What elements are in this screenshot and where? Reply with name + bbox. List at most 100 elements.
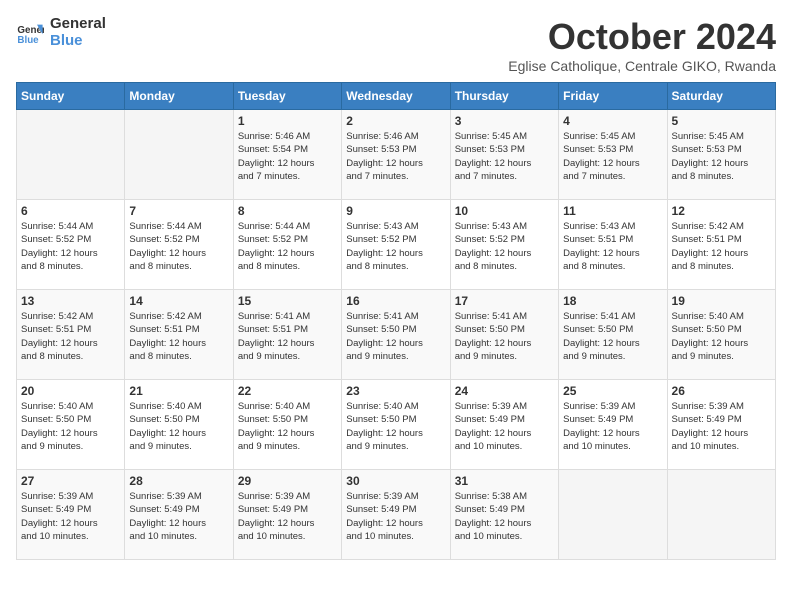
day-number: 15 (238, 294, 337, 308)
cell-info: Sunrise: 5:39 AM Sunset: 5:49 PM Dayligh… (455, 400, 554, 453)
calendar-cell: 21 Sunrise: 5:40 AM Sunset: 5:50 PM Dayli… (125, 380, 233, 470)
calendar-cell: 26 Sunrise: 5:39 AM Sunset: 5:49 PM Dayli… (667, 380, 775, 470)
day-number: 9 (346, 204, 445, 218)
cell-info: Sunrise: 5:40 AM Sunset: 5:50 PM Dayligh… (238, 400, 337, 453)
calendar-cell: 27 Sunrise: 5:39 AM Sunset: 5:49 PM Dayli… (17, 470, 125, 560)
cell-info: Sunrise: 5:39 AM Sunset: 5:49 PM Dayligh… (346, 490, 445, 543)
calendar-cell: 12 Sunrise: 5:42 AM Sunset: 5:51 PM Dayli… (667, 200, 775, 290)
calendar-cell: 28 Sunrise: 5:39 AM Sunset: 5:49 PM Dayli… (125, 470, 233, 560)
cell-info: Sunrise: 5:41 AM Sunset: 5:51 PM Dayligh… (238, 310, 337, 363)
day-number: 25 (563, 384, 662, 398)
day-number: 12 (672, 204, 771, 218)
cell-info: Sunrise: 5:44 AM Sunset: 5:52 PM Dayligh… (238, 220, 337, 273)
day-number: 31 (455, 474, 554, 488)
day-number: 21 (129, 384, 228, 398)
cell-info: Sunrise: 5:42 AM Sunset: 5:51 PM Dayligh… (21, 310, 120, 363)
cell-info: Sunrise: 5:40 AM Sunset: 5:50 PM Dayligh… (346, 400, 445, 453)
day-number: 13 (21, 294, 120, 308)
calendar-cell: 2 Sunrise: 5:46 AM Sunset: 5:53 PM Daylig… (342, 110, 450, 200)
calendar-cell: 20Sunrise: 5:40 AM Sunset: 5:50 PM Dayli… (17, 380, 125, 470)
calendar-cell: 4 Sunrise: 5:45 AM Sunset: 5:53 PM Daylig… (559, 110, 667, 200)
day-number: 28 (129, 474, 228, 488)
day-header-tuesday: Tuesday (233, 83, 341, 110)
cell-info: Sunrise: 5:45 AM Sunset: 5:53 PM Dayligh… (563, 130, 662, 183)
cell-info: Sunrise: 5:42 AM Sunset: 5:51 PM Dayligh… (129, 310, 228, 363)
svg-text:Blue: Blue (17, 34, 39, 45)
cell-info: Sunrise: 5:43 AM Sunset: 5:52 PM Dayligh… (455, 220, 554, 273)
day-number: 29 (238, 474, 337, 488)
title-block: October 2024 Eglise Catholique, Centrale… (508, 16, 776, 74)
day-number: 19 (672, 294, 771, 308)
day-number: 22 (238, 384, 337, 398)
cell-info: Sunrise: 5:45 AM Sunset: 5:53 PM Dayligh… (672, 130, 771, 183)
calendar-cell: 19 Sunrise: 5:40 AM Sunset: 5:50 PM Dayli… (667, 290, 775, 380)
calendar-cell: 25 Sunrise: 5:39 AM Sunset: 5:49 PM Dayli… (559, 380, 667, 470)
calendar-cell: 5 Sunrise: 5:45 AM Sunset: 5:53 PM Daylig… (667, 110, 775, 200)
calendar-cell: 8 Sunrise: 5:44 AM Sunset: 5:52 PM Daylig… (233, 200, 341, 290)
day-number: 30 (346, 474, 445, 488)
page-header: General Blue General Blue October 2024 E… (16, 16, 776, 74)
calendar-cell (17, 110, 125, 200)
day-number: 4 (563, 114, 662, 128)
day-number: 3 (455, 114, 554, 128)
cell-info: Sunrise: 5:40 AM Sunset: 5:50 PM Dayligh… (672, 310, 771, 363)
cell-info: Sunrise: 5:40 AM Sunset: 5:50 PM Dayligh… (129, 400, 228, 453)
calendar-cell: 11 Sunrise: 5:43 AM Sunset: 5:51 PM Dayli… (559, 200, 667, 290)
cell-info: Sunrise: 5:45 AM Sunset: 5:53 PM Dayligh… (455, 130, 554, 183)
day-header-saturday: Saturday (667, 83, 775, 110)
calendar-cell: 23Sunrise: 5:40 AM Sunset: 5:50 PM Dayli… (342, 380, 450, 470)
calendar-cell: 7Sunrise: 5:44 AM Sunset: 5:52 PM Daylig… (125, 200, 233, 290)
calendar-cell: 30 Sunrise: 5:39 AM Sunset: 5:49 PM Dayli… (342, 470, 450, 560)
day-number: 7 (129, 204, 228, 218)
cell-info: Sunrise: 5:46 AM Sunset: 5:53 PM Dayligh… (346, 130, 445, 183)
calendar-cell: 16Sunrise: 5:41 AM Sunset: 5:50 PM Dayli… (342, 290, 450, 380)
cell-info: Sunrise: 5:41 AM Sunset: 5:50 PM Dayligh… (455, 310, 554, 363)
calendar-cell: 3 Sunrise: 5:45 AM Sunset: 5:53 PM Daylig… (450, 110, 558, 200)
day-number: 26 (672, 384, 771, 398)
day-number: 11 (563, 204, 662, 218)
calendar-cell: 13 Sunrise: 5:42 AM Sunset: 5:51 PM Dayli… (17, 290, 125, 380)
subtitle: Eglise Catholique, Centrale GIKO, Rwanda (508, 58, 776, 74)
calendar-cell (559, 470, 667, 560)
calendar-cell: 9 Sunrise: 5:43 AM Sunset: 5:52 PM Daylig… (342, 200, 450, 290)
cell-info: Sunrise: 5:41 AM Sunset: 5:50 PM Dayligh… (563, 310, 662, 363)
calendar-cell: 29 Sunrise: 5:39 AM Sunset: 5:49 PM Dayli… (233, 470, 341, 560)
day-number: 8 (238, 204, 337, 218)
cell-info: Sunrise: 5:39 AM Sunset: 5:49 PM Dayligh… (238, 490, 337, 543)
calendar-cell (667, 470, 775, 560)
calendar-cell: 15 Sunrise: 5:41 AM Sunset: 5:51 PM Dayli… (233, 290, 341, 380)
day-header-friday: Friday (559, 83, 667, 110)
cell-info: Sunrise: 5:43 AM Sunset: 5:52 PM Dayligh… (346, 220, 445, 273)
calendar-cell: 31 Sunrise: 5:38 AM Sunset: 5:49 PM Dayli… (450, 470, 558, 560)
day-number: 5 (672, 114, 771, 128)
calendar-cell: 1 Sunrise: 5:46 AM Sunset: 5:54 PM Daylig… (233, 110, 341, 200)
calendar-cell: 17Sunrise: 5:41 AM Sunset: 5:50 PM Dayli… (450, 290, 558, 380)
calendar-cell: 10 Sunrise: 5:43 AM Sunset: 5:52 PM Dayli… (450, 200, 558, 290)
cell-info: Sunrise: 5:39 AM Sunset: 5:49 PM Dayligh… (563, 400, 662, 453)
day-number: 27 (21, 474, 120, 488)
calendar-cell: 24Sunrise: 5:39 AM Sunset: 5:49 PM Dayli… (450, 380, 558, 470)
cell-info: Sunrise: 5:39 AM Sunset: 5:49 PM Dayligh… (672, 400, 771, 453)
calendar-cell: 18 Sunrise: 5:41 AM Sunset: 5:50 PM Dayli… (559, 290, 667, 380)
day-number: 18 (563, 294, 662, 308)
cell-info: Sunrise: 5:43 AM Sunset: 5:51 PM Dayligh… (563, 220, 662, 273)
day-header-monday: Monday (125, 83, 233, 110)
calendar-cell: 22 Sunrise: 5:40 AM Sunset: 5:50 PM Dayli… (233, 380, 341, 470)
logo-icon: General Blue (16, 19, 44, 47)
cell-info: Sunrise: 5:46 AM Sunset: 5:54 PM Dayligh… (238, 130, 337, 183)
logo-line1: General (50, 16, 106, 33)
day-header-thursday: Thursday (450, 83, 558, 110)
cell-info: Sunrise: 5:39 AM Sunset: 5:49 PM Dayligh… (21, 490, 120, 543)
logo-line2: Blue (50, 33, 106, 50)
day-number: 10 (455, 204, 554, 218)
day-number: 14 (129, 294, 228, 308)
calendar-table: SundayMondayTuesdayWednesdayThursdayFrid… (16, 82, 776, 560)
cell-info: Sunrise: 5:38 AM Sunset: 5:49 PM Dayligh… (455, 490, 554, 543)
cell-info: Sunrise: 5:39 AM Sunset: 5:49 PM Dayligh… (129, 490, 228, 543)
cell-info: Sunrise: 5:42 AM Sunset: 5:51 PM Dayligh… (672, 220, 771, 273)
calendar-cell (125, 110, 233, 200)
day-number: 2 (346, 114, 445, 128)
day-number: 1 (238, 114, 337, 128)
day-header-sunday: Sunday (17, 83, 125, 110)
day-header-wednesday: Wednesday (342, 83, 450, 110)
